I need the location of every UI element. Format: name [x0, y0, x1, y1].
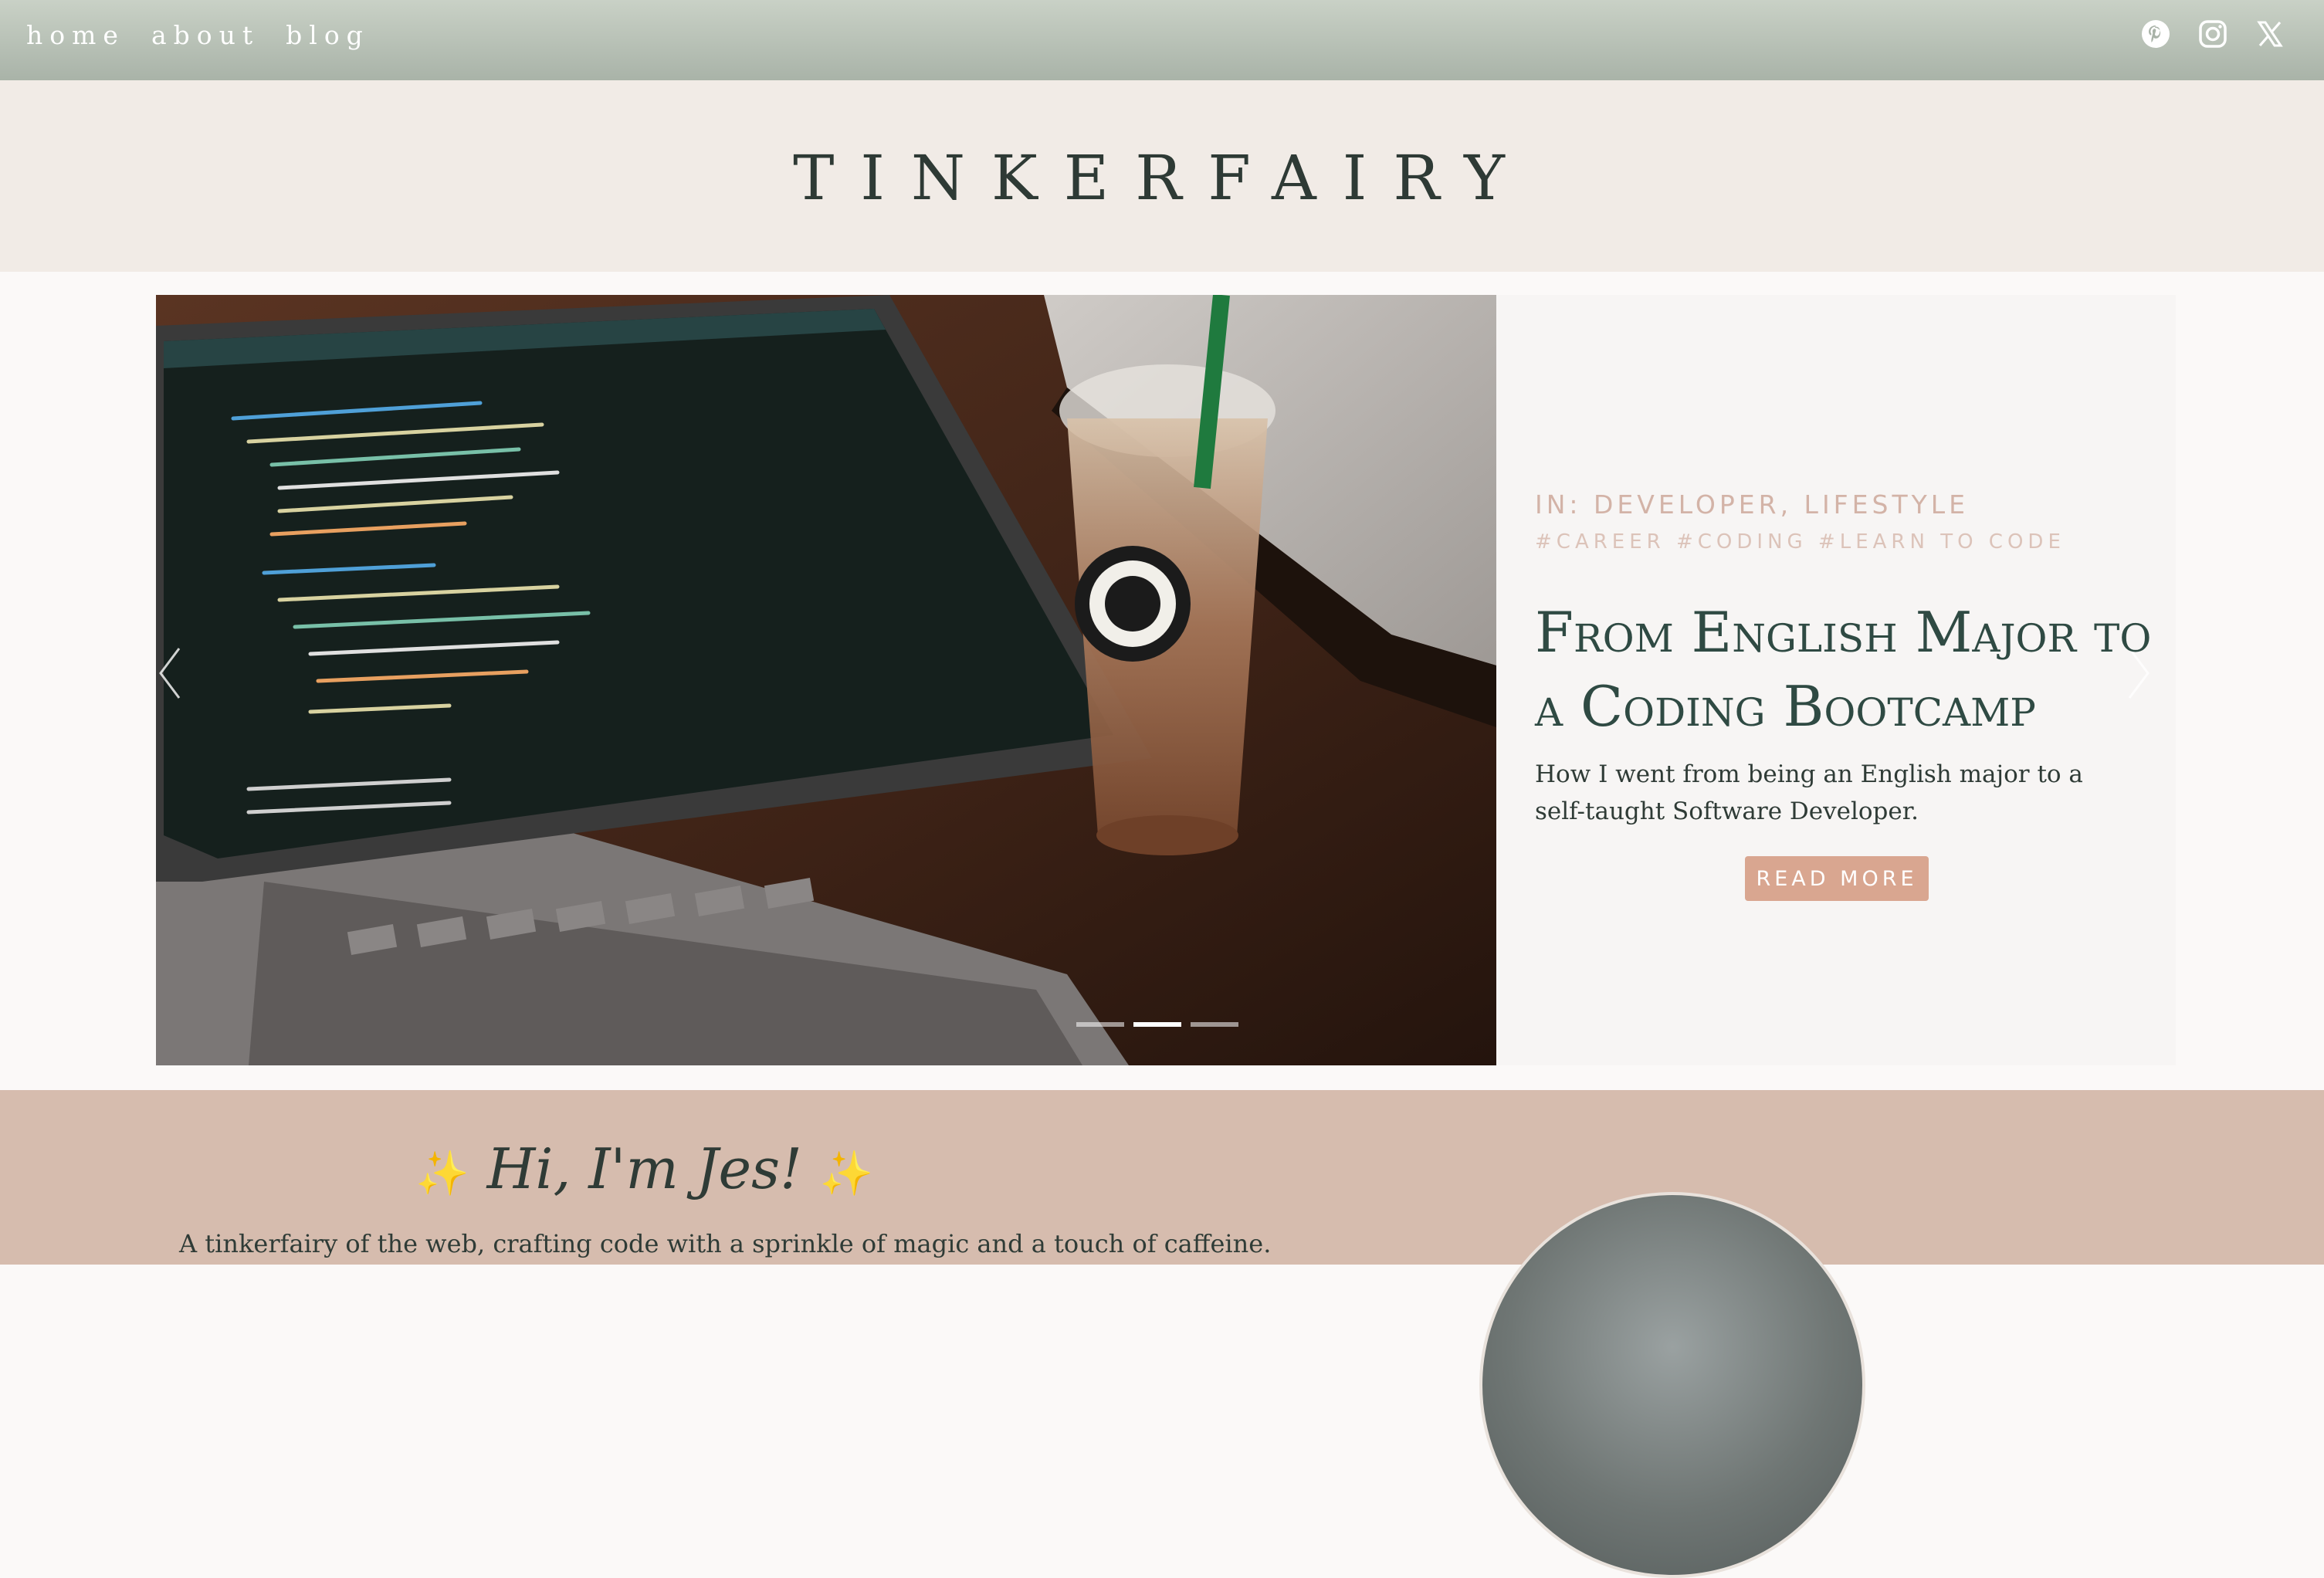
site-logo[interactable]: TINKERFAIRY: [0, 142, 2324, 214]
hero-text-panel: IN: DEVELOPER, LIFESTYLE #CAREER #CODING…: [1535, 489, 2153, 901]
post-categories[interactable]: IN: DEVELOPER, LIFESTYLE: [1535, 489, 2153, 520]
sparkle-icon: ✨: [415, 1149, 469, 1199]
post-excerpt: How I went from being an English major t…: [1535, 760, 2083, 825]
x-icon[interactable]: [2255, 19, 2285, 49]
about-section: ✨ Hi, I'm Jes! ✨ A tinkerfairy of the we…: [0, 1090, 2324, 1578]
about-greeting: ✨ Hi, I'm Jes! ✨: [415, 1136, 874, 1201]
sparkle-icon: ✨: [819, 1149, 874, 1199]
read-more-button[interactable]: READ MORE: [1745, 856, 1929, 901]
pinterest-icon[interactable]: [2140, 19, 2171, 49]
slide-indicator-2[interactable]: [1133, 1022, 1181, 1027]
nav-link-about[interactable]: about: [151, 20, 259, 50]
post-tags[interactable]: #CAREER #CODING #LEARN TO CODE: [1535, 530, 2153, 554]
nav-links: home about blog: [26, 20, 370, 50]
greeting-text: Hi, I'm Jes!: [486, 1136, 802, 1201]
slide-indicators: [1076, 1022, 1238, 1027]
slide-indicator-3[interactable]: [1191, 1022, 1238, 1027]
post-title[interactable]: From English Major to a Coding Bootcamp: [1535, 595, 2153, 743]
instagram-icon[interactable]: [2197, 19, 2228, 49]
logo-band: TINKERFAIRY: [0, 80, 2324, 272]
slide-indicator-1[interactable]: [1076, 1022, 1124, 1027]
nav-link-blog[interactable]: blog: [286, 20, 370, 50]
hero-slider: IN: DEVELOPER, LIFESTYLE #CAREER #CODING…: [156, 295, 2176, 1065]
previous-slide-arrow-icon[interactable]: [156, 642, 187, 704]
top-nav: home about blog: [0, 0, 2324, 80]
avatar: [1479, 1192, 1865, 1578]
social-links: [2140, 19, 2285, 49]
hero-image[interactable]: [156, 295, 1496, 1065]
nav-link-home[interactable]: home: [26, 20, 125, 50]
about-tagline: A tinkerfairy of the web, crafting code …: [179, 1229, 1272, 1258]
